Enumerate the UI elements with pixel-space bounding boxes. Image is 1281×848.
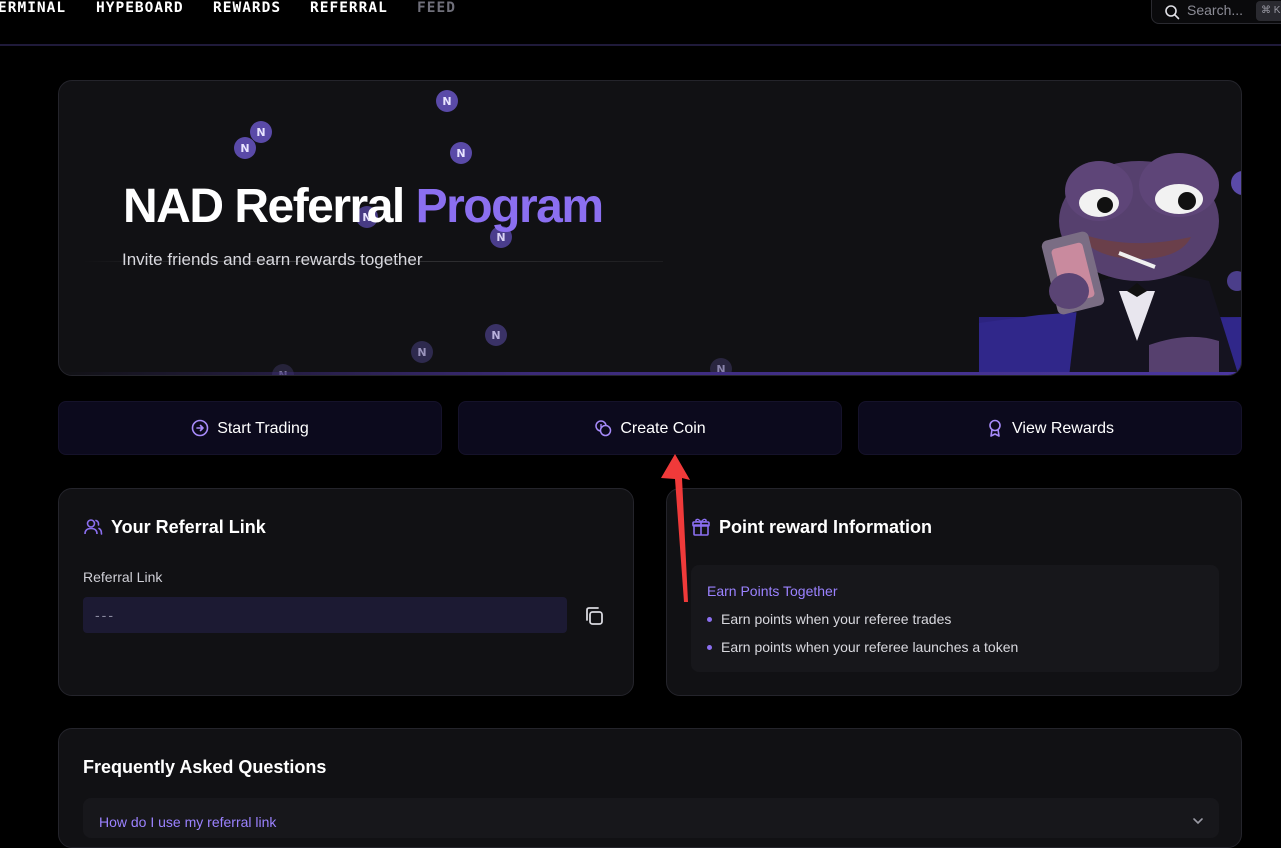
point-reward-card: Point reward Information Earn Points Tog…: [666, 488, 1242, 696]
svg-text:N: N: [240, 142, 249, 155]
users-icon: [84, 519, 103, 535]
nav-hypeboard[interactable]: HYPEBOARD: [96, 0, 184, 16]
svg-text:N: N: [417, 346, 426, 359]
create-coin-button[interactable]: Create Coin: [458, 401, 842, 455]
hero-title-main: NAD Referral: [123, 180, 405, 233]
referral-link-field[interactable]: [83, 597, 567, 633]
faq-question: How do I use my referral link: [99, 814, 277, 830]
referral-link-card: Your Referral Link Referral Link: [58, 488, 634, 696]
reward-info-heading: Earn Points Together: [707, 583, 838, 599]
search-placeholder: Search...: [1187, 2, 1244, 18]
nad-coin-icon: N: [485, 324, 507, 346]
pepe-mascot-illustration: [979, 153, 1241, 375]
hero-title-accent: Program: [415, 180, 604, 233]
bullet-dot: [707, 617, 712, 622]
referral-card-title: Your Referral Link: [111, 517, 266, 537]
annotation-arrow-icon: [661, 454, 690, 602]
reward-card-title: Point reward Information: [719, 517, 933, 537]
top-nav: ERMINAL HYPEBOARD REWARDS REFERRAL FEED …: [0, 0, 1281, 46]
start-trading-button[interactable]: Start Trading: [58, 401, 442, 455]
chevron-down-icon: [1193, 818, 1203, 825]
search-shortcut: ⌘ K: [1256, 1, 1281, 21]
reward-bullet: Earn points when your referee trades: [707, 611, 951, 627]
reward-bullet: Earn points when your referee launches a…: [707, 639, 1018, 655]
coins-icon: [595, 420, 612, 437]
view-rewards-label: View Rewards: [1012, 420, 1114, 437]
svg-text:N: N: [256, 126, 265, 139]
create-coin-label: Create Coin: [620, 420, 706, 437]
search-input[interactable]: Search... ⌘ K: [1151, 0, 1281, 24]
nav-terminal[interactable]: ERMINAL: [0, 0, 66, 16]
reward-bullet-text: Earn points when your referee trades: [721, 611, 952, 627]
faq-card: Frequently Asked Questions How do I use …: [58, 728, 1242, 848]
svg-text:N: N: [456, 147, 465, 160]
hero-accent-line: [59, 372, 1241, 375]
svg-text:N: N: [491, 329, 500, 342]
reward-info-box: Earn Points Together Earn points when yo…: [691, 565, 1219, 672]
nad-coin-icon: N: [234, 137, 256, 159]
faq-item[interactable]: How do I use my referral link: [83, 798, 1219, 838]
nav-feed[interactable]: FEED: [417, 0, 456, 16]
bullet-dot: [707, 645, 712, 650]
hero-subtitle: Invite friends and earn rewards together: [122, 250, 423, 269]
nad-coin-icon: N: [450, 142, 472, 164]
search-icon: [1165, 5, 1180, 20]
hero-title: NAD Referral Program: [123, 179, 604, 234]
start-trading-label: Start Trading: [217, 420, 309, 437]
view-rewards-button[interactable]: View Rewards: [858, 401, 1242, 455]
svg-text:N: N: [442, 95, 451, 108]
copy-icon[interactable]: [583, 605, 605, 627]
arrow-right-circle-icon: [191, 419, 209, 437]
nav-referral[interactable]: REFERRAL: [310, 0, 388, 16]
faq-title: Frequently Asked Questions: [83, 757, 327, 777]
nad-coin-icon: N: [411, 341, 433, 363]
referral-link-label: Referral Link: [83, 569, 163, 585]
nad-coin-icon: N: [436, 90, 458, 112]
reward-bullet-text: Earn points when your referee launches a…: [721, 639, 1019, 655]
award-icon: [989, 419, 1001, 437]
nav-rewards[interactable]: REWARDS: [213, 0, 281, 16]
hero-banner: N N N N N N N N N N NAD Referral Program…: [58, 80, 1242, 376]
